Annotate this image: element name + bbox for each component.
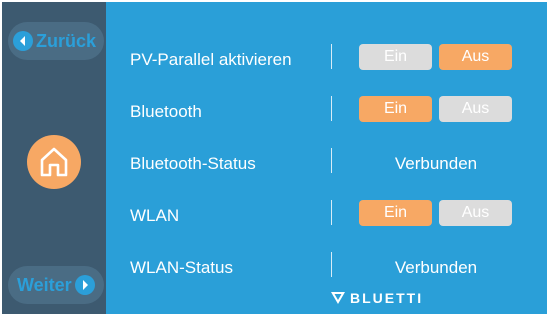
setting-label: WLAN [130,206,180,225]
setting-label: WLAN-Status [130,258,233,277]
bluetti-logo-icon [331,292,345,304]
home-button[interactable] [27,135,81,189]
divider [331,200,332,225]
status-value: Verbunden [394,154,478,173]
next-button-label: Weiter [17,274,72,295]
divider [331,96,332,121]
toggle-off-button[interactable]: Aus [439,200,512,226]
setting-label: Bluetooth-Status [130,154,256,173]
home-icon [40,147,68,177]
sidebar: Zurück Weiter [2,2,106,314]
setting-label: Bluetooth [130,102,202,121]
divider [331,252,332,277]
chevron-right-icon [74,275,95,295]
brand-logo: BLUETTI [330,289,423,307]
setting-row-bluetooth: Bluetooth Ein Aus [106,92,547,132]
divider [331,44,332,69]
toggle-on-button[interactable]: Ein [359,96,432,122]
back-button-label: Zurück [36,30,97,51]
settings-panel: PV-Parallel aktivieren Ein Aus Bluetooth… [106,2,547,314]
setting-row-bluetooth-status: Bluetooth-Status Verbunden [106,144,547,184]
setting-row-pv-parallel: PV-Parallel aktivieren Ein Aus [106,40,547,80]
status-value: Verbunden [394,258,478,277]
setting-row-wlan-status: WLAN-Status Verbunden [106,248,547,288]
back-button[interactable]: Zurück [8,22,104,60]
brand-name: BLUETTI [350,290,424,306]
next-button[interactable]: Weiter [8,266,104,304]
setting-row-wlan: WLAN Ein Aus [106,196,547,236]
divider [331,148,332,173]
toggle-off-button[interactable]: Aus [439,96,512,122]
setting-label: PV-Parallel aktivieren [130,50,292,69]
toggle-on-button[interactable]: Ein [359,200,432,226]
chevron-left-icon [13,31,33,51]
toggle-off-button[interactable]: Aus [439,44,512,70]
toggle-on-button[interactable]: Ein [359,44,432,70]
